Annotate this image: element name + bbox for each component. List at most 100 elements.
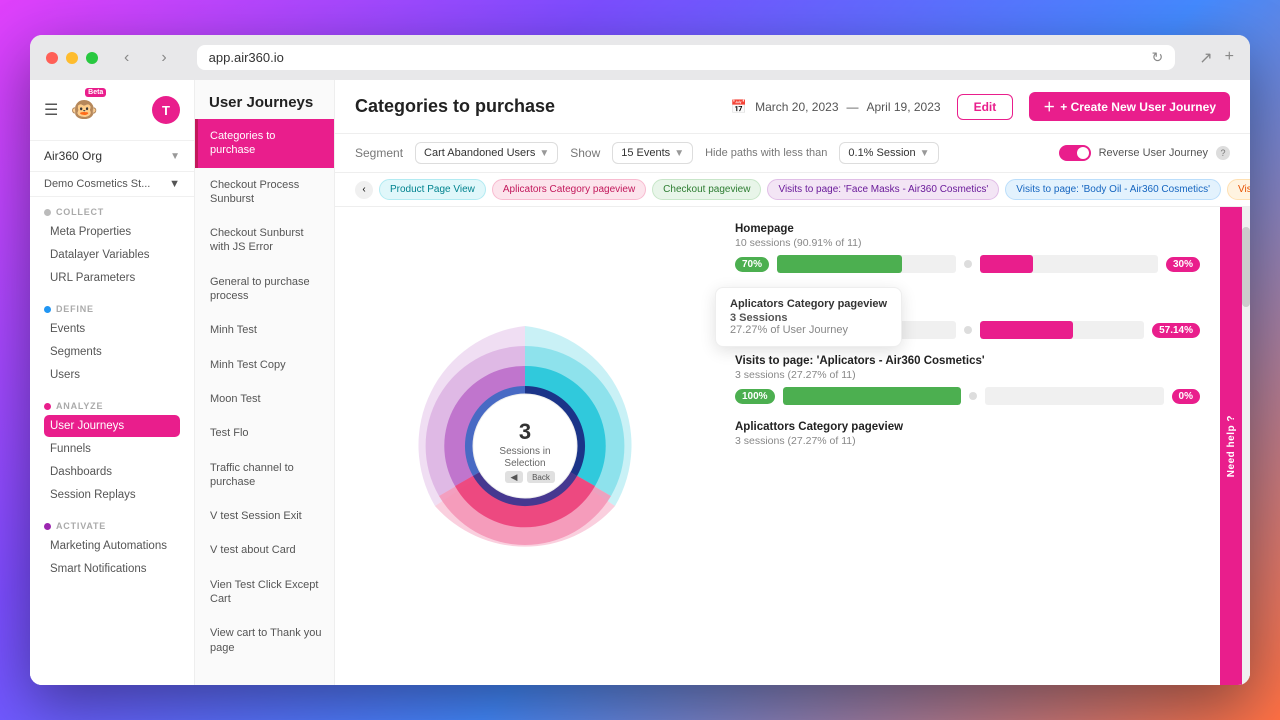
bc-tab-3[interactable]: Visits to page: 'Face Masks - Air360 Cos… [767, 179, 999, 200]
sidebar-item-meta-properties[interactable]: Meta Properties [44, 221, 180, 243]
segment-selector[interactable]: Cart Abandoned Users ▼ [415, 142, 558, 164]
segment-value: Cart Abandoned Users [424, 147, 535, 159]
sunburst-chart[interactable]: 3 Sessions in Selection ◀ Back [375, 296, 675, 596]
journey-item-checkout-sunburst[interactable]: Checkout Process Sunburst [195, 168, 334, 217]
journey-item-traffic[interactable]: Traffic channel to purchase [195, 451, 334, 500]
journey-item-checkout-js-error[interactable]: Checkout Sunburst with JS Error [195, 216, 334, 265]
logo-container: 🐵 Beta [66, 92, 102, 128]
bc-tab-0[interactable]: Product Page View [379, 179, 486, 200]
journey-item-v-card[interactable]: V test about Card [195, 533, 334, 567]
svg-text:3: 3 [519, 419, 531, 444]
flow-item-2-bar-fill [791, 321, 860, 339]
sidebar-item-notifications[interactable]: Smart Notifications [44, 558, 180, 580]
need-help-panel[interactable]: Need help ? [1220, 207, 1242, 685]
browser-chrome: ‹ › app.air360.io ↻ ↗ + [30, 35, 1250, 80]
bc-scroll-left[interactable]: ‹ [355, 181, 373, 199]
sidebar-item-events[interactable]: Events [44, 318, 180, 340]
user-avatar[interactable]: T [152, 96, 180, 124]
flow-item-4-title: Aplicattors Category pageview [735, 421, 1200, 433]
sidebar-header: ☰ 🐵 Beta T [30, 80, 194, 141]
sidebar-item-funnels[interactable]: Funnels [44, 438, 180, 460]
define-section-title: DEFINE [44, 304, 180, 314]
reload-icon[interactable]: ↻ [1152, 49, 1164, 66]
flow-item-2-bar-fill-right [980, 321, 1074, 339]
bc-tab-2[interactable]: Checkout pageview [652, 179, 761, 200]
activate-section-title: ACTIVATE [44, 521, 180, 531]
sidebar-item-marketing[interactable]: Marketing Automations [44, 535, 180, 557]
flow-item-3-bar-row: 100% 0% [735, 387, 1200, 405]
sidebar-item-user-journeys[interactable]: User Journeys [44, 415, 180, 437]
journey-item-test-flo[interactable]: Test Flo [195, 416, 334, 450]
analyze-dot [44, 403, 51, 410]
org-selector[interactable]: Air360 Org ▼ [30, 141, 194, 172]
sidebar-item-users[interactable]: Users [44, 364, 180, 386]
create-journey-button[interactable]: ＋ + Create New User Journey [1029, 92, 1230, 121]
flow-item-2-bar-bg-right [980, 321, 1145, 339]
scrollbar-thumb[interactable] [1242, 227, 1250, 307]
journeys-panel: User Journeys Categories to purchase Che… [195, 80, 335, 685]
flow-item-2-dot [964, 326, 972, 334]
content-panel: Categories to purchase 📅 March 20, 2023 … [335, 80, 1250, 685]
traffic-light-green[interactable] [86, 52, 98, 64]
sidebar-item-datalayer[interactable]: Datalayer Variables [44, 244, 180, 266]
content-header: Categories to purchase 📅 March 20, 2023 … [335, 80, 1250, 134]
flow-item-4: Aplicattors Category pageview 3 sessions… [735, 421, 1200, 447]
scrollbar-track[interactable] [1242, 207, 1250, 685]
flow-item-2-left-pct: 42.86% [735, 323, 783, 338]
sidebar: ☰ 🐵 Beta T Air360 Org ▼ Demo Cosmetics S… [30, 80, 195, 685]
activate-dot [44, 523, 51, 530]
flow-item-4-sub: 3 sessions (27.27% of 11) [735, 435, 1200, 447]
journey-item-general-purchase[interactable]: General to purchase process [195, 265, 334, 314]
address-bar[interactable]: app.air360.io ↻ [197, 45, 1176, 70]
reverse-toggle-switch[interactable] [1059, 145, 1091, 161]
flow-item-2-sub: 7 sessions (63.64% of 11) [735, 303, 1200, 315]
traffic-light-red[interactable] [46, 52, 58, 64]
flow-item-1-bar-bg [777, 255, 955, 273]
flow-item-1-bar-fill-right [980, 255, 1034, 273]
forward-button[interactable]: › [155, 47, 172, 69]
bc-tab-5[interactable]: Visits to page: 'Aplicators - Air360 Cos… [1227, 179, 1250, 200]
hamburger-icon[interactable]: ☰ [44, 100, 58, 120]
edit-button[interactable]: Edit [957, 94, 1014, 120]
sidebar-item-segments[interactable]: Segments [44, 341, 180, 363]
flow-item-1-right-pct: 30% [1166, 257, 1200, 272]
flow-item-1-left-pct: 70% [735, 257, 769, 272]
demo-name: Demo Cosmetics St... [44, 178, 150, 190]
bc-tab-1[interactable]: Aplicators Category pageview [492, 179, 646, 200]
sidebar-section-activate: ACTIVATE Marketing Automations Smart Not… [30, 511, 194, 585]
reverse-info-icon[interactable]: ? [1216, 146, 1230, 160]
flow-item-2-bar-row: 42.86% 57.14% [735, 321, 1200, 339]
svg-text:◀: ◀ [511, 472, 518, 482]
share-icon[interactable]: ↗ [1199, 48, 1212, 68]
chart-area: 3 Sessions in Selection ◀ Back Aplicator… [335, 207, 1250, 685]
define-dot [44, 306, 51, 313]
url-text: app.air360.io [209, 50, 284, 65]
svg-text:Selection: Selection [504, 458, 545, 469]
org-name: Air360 Org [44, 149, 102, 163]
flow-item-1-bar-row: 70% 30% [735, 255, 1200, 273]
journey-item-moon-test[interactable]: Moon Test [195, 382, 334, 416]
show-selector[interactable]: 15 Events ▼ [612, 142, 693, 164]
sidebar-item-url-params[interactable]: URL Parameters [44, 267, 180, 289]
demo-selector[interactable]: Demo Cosmetics St... ▼ [30, 172, 194, 197]
journey-item-categories[interactable]: Categories to purchase [195, 119, 334, 168]
journey-item-v-session-exit[interactable]: V test Session Exit [195, 499, 334, 533]
show-value: 15 Events [621, 147, 670, 159]
journey-item-view-cart[interactable]: View cart to Thank you page [195, 616, 334, 665]
new-tab-icon[interactable]: + [1225, 48, 1234, 68]
journey-item-vien-click[interactable]: Vien Test Click Except Cart [195, 568, 334, 617]
back-button[interactable]: ‹ [118, 47, 135, 69]
hide-paths-chevron-icon: ▼ [920, 148, 930, 159]
sidebar-item-session-replays[interactable]: Session Replays [44, 484, 180, 506]
traffic-light-yellow[interactable] [66, 52, 78, 64]
collect-section-title: COLLECT [44, 207, 180, 217]
hide-paths-selector[interactable]: 0.1% Session ▼ [839, 142, 938, 164]
sidebar-item-dashboards[interactable]: Dashboards [44, 461, 180, 483]
journey-item-minh-test[interactable]: Minh Test [195, 313, 334, 347]
reverse-toggle-container: Reverse User Journey ? [1059, 145, 1230, 161]
reverse-label: Reverse User Journey [1099, 147, 1208, 159]
flow-item-2-bar-bg [791, 321, 956, 339]
bc-tab-4[interactable]: Visits to page: 'Body Oil - Air360 Cosme… [1005, 179, 1221, 200]
flow-item-3-title: Visits to page: 'Aplicators - Air360 Cos… [735, 355, 1200, 367]
journey-item-minh-copy[interactable]: Minh Test Copy [195, 348, 334, 382]
